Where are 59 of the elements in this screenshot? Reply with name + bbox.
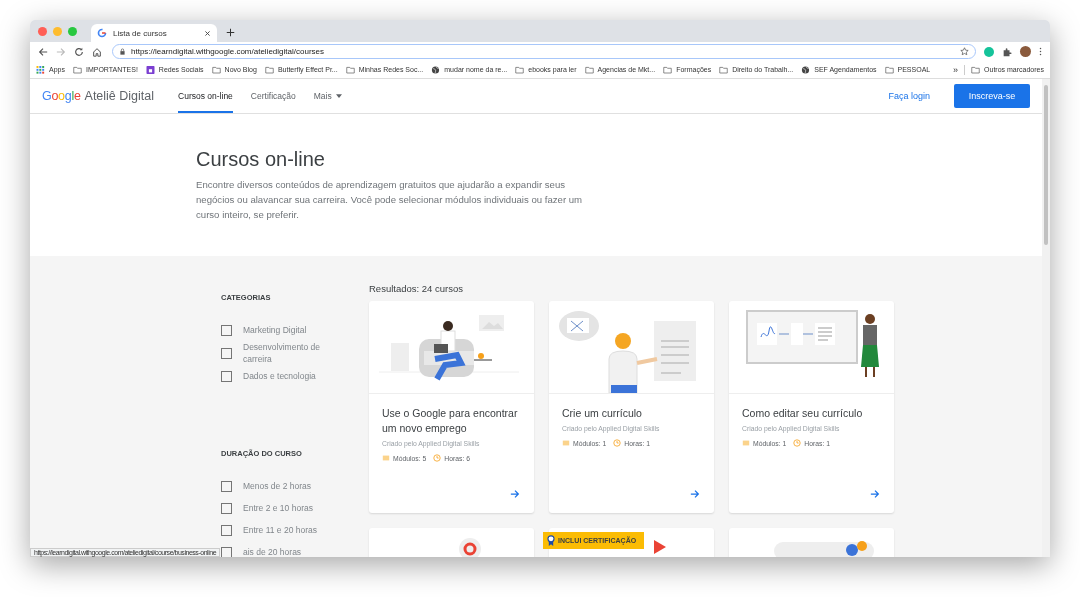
checkbox[interactable]	[221, 546, 232, 557]
checkbox[interactable]	[221, 502, 232, 514]
play-icon	[654, 540, 666, 554]
extension-icon[interactable]	[984, 46, 994, 57]
folder-icon	[515, 65, 525, 74]
folder-icon	[345, 65, 355, 74]
login-link[interactable]: Faça login	[888, 91, 930, 101]
folder-icon	[884, 65, 894, 74]
apps-grid-icon	[36, 65, 45, 74]
bookmark-logo-icon	[145, 65, 155, 74]
clock-icon	[793, 439, 802, 447]
site-logo[interactable]: Google Ateliê Digital	[42, 89, 155, 103]
browser-tab[interactable]: Lista de cursos	[91, 24, 217, 42]
course-title[interactable]: Como editar seu currículo	[742, 406, 881, 421]
puzzle-icon[interactable]	[1002, 46, 1012, 57]
new-tab-icon[interactable]	[226, 28, 235, 37]
folder-icon	[264, 65, 274, 74]
nav-tab[interactable]: Certificação	[250, 79, 296, 113]
lock-icon	[119, 48, 126, 55]
page-description: Encontre diversos conteúdos de aprendizagem gratuitos que ajudarão a expandir seus negócios ou alavancar sua carreira. Você pode selecionar módulos individuais ou fazer um curso inteiro, se preferir.	[196, 178, 584, 222]
reload-icon[interactable]	[74, 46, 84, 57]
course-title[interactable]: Crie um currículo	[562, 406, 701, 421]
close-window-icon[interactable]	[38, 26, 47, 36]
globe-icon	[801, 65, 811, 74]
modules-icon	[382, 454, 390, 462]
clock-icon	[613, 439, 622, 447]
scrollbar-thumb[interactable]	[1044, 85, 1048, 245]
folder-icon	[211, 65, 221, 74]
avatar[interactable]	[1020, 46, 1031, 57]
medal-icon	[547, 535, 555, 546]
course-card[interactable]	[729, 528, 894, 557]
google-favicon-icon	[97, 28, 107, 38]
star-icon[interactable]	[960, 47, 969, 56]
close-icon[interactable]	[204, 29, 211, 37]
checkbox[interactable]	[221, 324, 232, 336]
back-icon[interactable]	[38, 46, 48, 57]
folder-icon	[72, 65, 82, 74]
folder-icon	[663, 65, 673, 74]
folder-icon	[719, 65, 729, 74]
results-count: Resultados: 24 cursos	[369, 283, 464, 294]
checkbox[interactable]	[221, 480, 232, 492]
checkbox[interactable]	[221, 524, 232, 536]
modules-icon	[562, 439, 570, 447]
globe-icon	[431, 65, 441, 74]
modules-icon	[742, 439, 750, 447]
home-icon[interactable]	[92, 46, 102, 57]
arrow-right-icon[interactable]	[690, 489, 700, 499]
clock-icon	[433, 454, 442, 462]
course-title[interactable]: Use o Google para encontrar um novo emprego	[382, 406, 521, 436]
signup-button[interactable]: Inscreva-se	[954, 84, 1030, 108]
folder-icon	[971, 65, 981, 74]
checkbox[interactable]	[221, 347, 232, 359]
page-title: Cursos on-line	[196, 148, 326, 171]
checkbox[interactable]	[221, 370, 232, 382]
arrow-right-icon[interactable]	[510, 489, 520, 499]
more-bookmarks-button[interactable]: »	[953, 64, 959, 75]
folder-icon	[584, 65, 594, 74]
nav-tab[interactable]: Mais	[313, 79, 342, 113]
arrow-right-icon[interactable]	[870, 489, 880, 499]
